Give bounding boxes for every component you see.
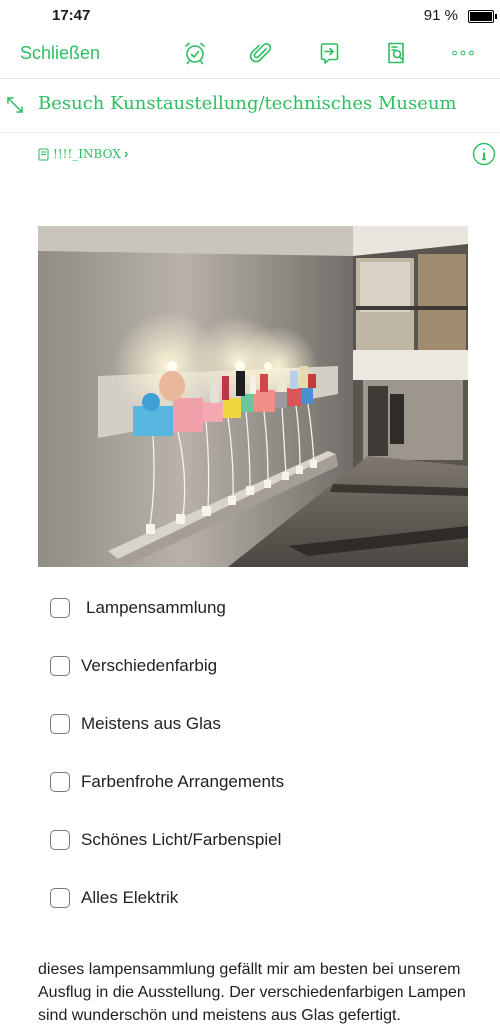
note-body-text[interactable]: dieses lampensammlung gefällt mir am bes… bbox=[38, 958, 483, 1027]
checklist-item: Meistens aus Glas bbox=[0, 706, 500, 746]
alarm-clock-icon[interactable] bbox=[180, 38, 210, 68]
battery-icon bbox=[468, 10, 497, 23]
close-button[interactable]: Schließen bbox=[20, 43, 100, 64]
checklist-item-label: Meistens aus Glas bbox=[81, 714, 221, 733]
checkbox[interactable] bbox=[50, 772, 70, 792]
note-title[interactable]: Besuch Kunstaustellung/technisches Museu… bbox=[38, 93, 457, 114]
checklist-item-label: Verschiedenfarbig bbox=[81, 656, 218, 675]
status-bar: 17:47 91 % bbox=[0, 0, 500, 30]
checklist-item-label: Farbenfrohe Arrangements bbox=[81, 772, 285, 791]
note-toolbar: Schließen bbox=[0, 30, 500, 79]
chevron-right-icon[interactable]: › bbox=[124, 146, 128, 161]
checkbox[interactable] bbox=[50, 656, 70, 676]
notebook-label[interactable]: !!!!_INBOX bbox=[53, 147, 121, 161]
paperclip-icon[interactable] bbox=[246, 38, 276, 68]
note-title-row: Besuch Kunstaustellung/technisches Museu… bbox=[0, 80, 500, 133]
checkbox[interactable] bbox=[50, 714, 70, 734]
notebook-selector[interactable]: !!!!_INBOX › bbox=[0, 140, 500, 170]
checkbox[interactable] bbox=[50, 598, 70, 618]
checklist-item-label: Alles Elektrik bbox=[81, 888, 179, 907]
checkbox[interactable] bbox=[50, 888, 70, 908]
expand-icon[interactable] bbox=[4, 94, 26, 116]
checklist-item: Lampensammlung bbox=[0, 590, 500, 630]
search-note-icon[interactable] bbox=[381, 38, 411, 68]
checklist-item: Schönes Licht/Farbenspiel bbox=[0, 822, 500, 862]
note-photo[interactable] bbox=[38, 226, 468, 567]
status-time: 17:47 bbox=[52, 7, 91, 24]
info-icon[interactable] bbox=[472, 142, 496, 166]
checklist-item-label: Lampensammlung bbox=[86, 598, 226, 617]
checklist-item-label: Schönes Licht/Farbenspiel bbox=[81, 830, 282, 849]
share-icon[interactable] bbox=[314, 38, 344, 68]
notebook-icon bbox=[38, 148, 49, 161]
checklist-item: Verschiedenfarbig bbox=[0, 648, 500, 688]
battery-fill bbox=[470, 12, 492, 21]
checklist-item: Alles Elektrik bbox=[0, 880, 500, 920]
more-icon[interactable] bbox=[446, 38, 480, 68]
checklist-item: Farbenfrohe Arrangements bbox=[0, 764, 500, 804]
checkbox[interactable] bbox=[50, 830, 70, 850]
battery-percent: 91 % bbox=[423, 7, 458, 24]
